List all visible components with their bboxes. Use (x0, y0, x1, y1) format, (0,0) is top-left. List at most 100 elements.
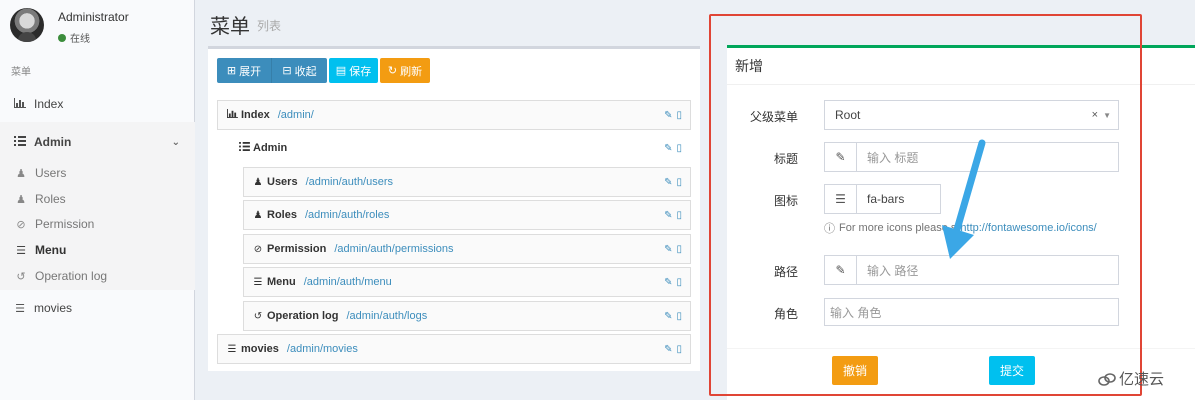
refresh-button[interactable]: ↻ 刷新 (380, 58, 430, 83)
sidebar-item-menu[interactable]: ☰ Menu (0, 238, 195, 262)
tree-item-permission[interactable]: ⊘ Permission /admin/auth/permissions ✎ ▯ (243, 234, 691, 264)
edit-icon[interactable]: ✎ (664, 210, 672, 221)
tree-item-name: Permission (267, 243, 327, 255)
bars-icon: ☰ (15, 302, 25, 315)
sidebar-item-label: Operation log (35, 269, 108, 283)
tree-item-menu[interactable]: ☰ Menu /admin/auth/menu ✎ ▯ (243, 267, 691, 297)
tasks-icon (238, 142, 250, 154)
tree-item-actions: ✎ ▯ (664, 277, 682, 288)
page-title: 菜单 (210, 16, 250, 38)
trash-icon[interactable]: ▯ (676, 311, 682, 322)
sidebar: Administrator 在线 菜单 Index Admin ⌄ ♟ User… (0, 0, 195, 400)
user-icon: ♟ (16, 193, 26, 206)
sidebar-item-label: Admin (34, 135, 72, 149)
edit-icon[interactable]: ✎ (664, 244, 672, 255)
ban-icon: ⊘ (16, 218, 26, 231)
avatar (10, 8, 44, 42)
tree-item-uri: /admin/auth/roles (304, 209, 390, 221)
history-icon: ↺ (253, 310, 263, 322)
tree-item-actions: ✎ ▯ (664, 244, 682, 255)
tree-item-actions: ✎ ▯ (664, 110, 682, 121)
sidebar-item-movies[interactable]: ☰ movies (0, 293, 195, 323)
tree-item-users[interactable]: ♟ Users /admin/auth/users ✎ ▯ (243, 167, 691, 197)
tree-item-name: movies (241, 343, 279, 355)
tree-item-uri: /admin/movies (286, 343, 358, 355)
save-icon: ▤ (335, 65, 347, 77)
tree-item-uri: /admin/auth/users (305, 176, 394, 188)
refresh-icon: ↻ (387, 65, 398, 77)
history-icon: ↺ (16, 270, 26, 283)
plus-square-icon: ⊞ (226, 65, 237, 77)
sidebar-item-label: Roles (35, 192, 66, 206)
tree-toolbar: ⊞ 展开 ⊟ 收起 ▤ 保存 ↻ 刷新 (217, 58, 430, 83)
tree-item-actions: ✎ ▯ (664, 177, 682, 188)
tree-item-operation-log[interactable]: ↺ Operation log /admin/auth/logs ✎ ▯ (243, 301, 691, 331)
tree-item-uri: /admin/auth/permissions (334, 243, 454, 255)
tree-item-name: Roles (267, 209, 297, 221)
expand-button[interactable]: ⊞ 展开 (217, 58, 272, 83)
users-icon: ♟ (16, 167, 26, 180)
tree-item-uri: /admin/auth/menu (303, 276, 392, 288)
edit-icon[interactable]: ✎ (664, 110, 672, 121)
tree-item-actions: ✎ ▯ (664, 344, 682, 355)
sidebar-item-admin[interactable]: Admin ⌄ (0, 127, 195, 157)
tree-item-actions: ✎ ▯ (664, 210, 682, 221)
user-status-label: 在线 (70, 34, 90, 45)
tree-item-name: Operation log (267, 310, 339, 322)
tree-item-uri: /admin/ (277, 109, 314, 121)
trash-icon[interactable]: ▯ (676, 244, 682, 255)
trash-icon[interactable]: ▯ (676, 277, 682, 288)
tree-item-name: Menu (267, 276, 296, 288)
trash-icon[interactable]: ▯ (676, 110, 682, 121)
yisu-logo-icon (1098, 372, 1116, 386)
edit-icon[interactable]: ✎ (664, 344, 672, 355)
sidebar-item-permission[interactable]: ⊘ Permission (0, 212, 195, 236)
tree-item-name: Admin (253, 142, 288, 154)
sidebar-item-label: Menu (35, 243, 67, 257)
sidebar-item-users[interactable]: ♟ Users (0, 161, 195, 185)
tree-item-name: Index (241, 109, 270, 121)
tree-item-actions: ✎ ▯ (664, 143, 682, 154)
collapse-button[interactable]: ⊟ 收起 (272, 58, 327, 83)
sidebar-item-label: Users (35, 166, 67, 180)
chevron-down-icon: ⌄ (171, 136, 180, 148)
sidebar-item-operation-log[interactable]: ↺ Operation log (0, 264, 195, 288)
tree-item-index[interactable]: Index /admin/ ✎ ▯ (217, 100, 691, 130)
trash-icon[interactable]: ▯ (676, 143, 682, 154)
bar-chart-icon (13, 97, 27, 111)
minus-square-icon: ⊟ (282, 65, 292, 77)
edit-icon[interactable]: ✎ (664, 311, 672, 322)
sidebar-item-index[interactable]: Index (0, 89, 195, 119)
tree-item-uri: /admin/auth/logs (346, 310, 428, 322)
edit-icon[interactable]: ✎ (664, 143, 672, 154)
refresh-button-label: 刷新 (400, 65, 423, 78)
trash-icon[interactable]: ▯ (676, 210, 682, 221)
menu-header: 菜单 (11, 67, 31, 78)
watermark-text: 亿速云 (1119, 371, 1165, 388)
tree-item-admin[interactable]: Admin ✎ ▯ (217, 133, 691, 163)
tree-item-movies[interactable]: ☰ movies /admin/movies ✎ ▯ (217, 334, 691, 364)
save-button-label: 保存 (349, 65, 372, 78)
expand-collapse-group: ⊞ 展开 ⊟ 收起 (217, 58, 327, 83)
users-icon: ♟ (253, 176, 263, 188)
expand-button-label: 展开 (239, 65, 262, 78)
sidebar-item-roles[interactable]: ♟ Roles (0, 187, 195, 211)
user-panel: Administrator 在线 (0, 0, 195, 55)
edit-icon[interactable]: ✎ (664, 277, 672, 288)
trash-icon[interactable]: ▯ (676, 177, 682, 188)
user-icon: ♟ (253, 209, 263, 221)
tree-item-roles[interactable]: ♟ Roles /admin/auth/roles ✎ ▯ (243, 200, 691, 230)
tree-item-actions: ✎ ▯ (664, 311, 682, 322)
sidebar-item-label: Permission (35, 217, 95, 231)
sidebar-item-label: Index (34, 97, 64, 111)
bars-icon: ☰ (16, 244, 26, 257)
trash-icon[interactable]: ▯ (676, 344, 682, 355)
save-button[interactable]: ▤ 保存 (329, 58, 378, 83)
page-subtitle: 列表 (257, 19, 282, 33)
ban-icon: ⊘ (253, 243, 263, 255)
bars-icon: ☰ (253, 276, 263, 288)
edit-icon[interactable]: ✎ (664, 177, 672, 188)
watermark: 亿速云 (1098, 368, 1164, 389)
sidebar-item-label: movies (34, 301, 73, 315)
user-status: 在线 (58, 30, 90, 45)
